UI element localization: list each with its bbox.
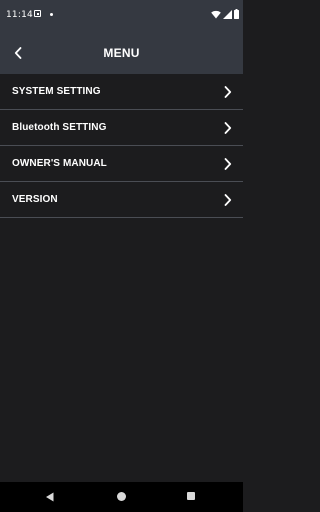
menu-list: SYSTEM SETTING Bluetooth SETTING OWNER'S… — [0, 74, 243, 218]
chevron-right-icon — [224, 158, 232, 170]
status-icons — [211, 9, 239, 19]
square-recents-icon[interactable] — [187, 492, 195, 500]
battery-icon — [234, 9, 239, 19]
notification-icon — [34, 10, 41, 17]
notification-dot-icon — [50, 13, 53, 16]
menu-item-owners-manual[interactable]: OWNER'S MANUAL — [0, 146, 243, 182]
chevron-right-icon — [224, 122, 232, 134]
menu-item-label: SYSTEM SETTING — [12, 86, 101, 97]
menu-item-label: VERSION — [12, 194, 58, 205]
circle-home-icon[interactable] — [117, 492, 126, 501]
status-bar: 11:14 — [0, 0, 243, 32]
app-bar: MENU — [0, 32, 243, 74]
status-time: 11:14 — [6, 10, 33, 20]
menu-item-label: Bluetooth SETTING — [12, 122, 107, 133]
menu-item-system-setting[interactable]: SYSTEM SETTING — [0, 74, 243, 110]
chevron-right-icon — [224, 194, 232, 206]
chevron-right-icon — [224, 86, 232, 98]
signal-icon — [223, 9, 232, 19]
page-title: MENU — [103, 46, 140, 60]
screen: 11:14 MENU SYSTEM SETTING Bluetooth SETT… — [0, 0, 243, 512]
menu-item-label: OWNER'S MANUAL — [12, 158, 107, 169]
triangle-back-icon[interactable] — [45, 492, 55, 502]
wifi-icon — [211, 10, 221, 18]
menu-item-version[interactable]: VERSION — [0, 182, 243, 218]
navigation-bar — [0, 482, 243, 512]
menu-item-bluetooth-setting[interactable]: Bluetooth SETTING — [0, 110, 243, 146]
